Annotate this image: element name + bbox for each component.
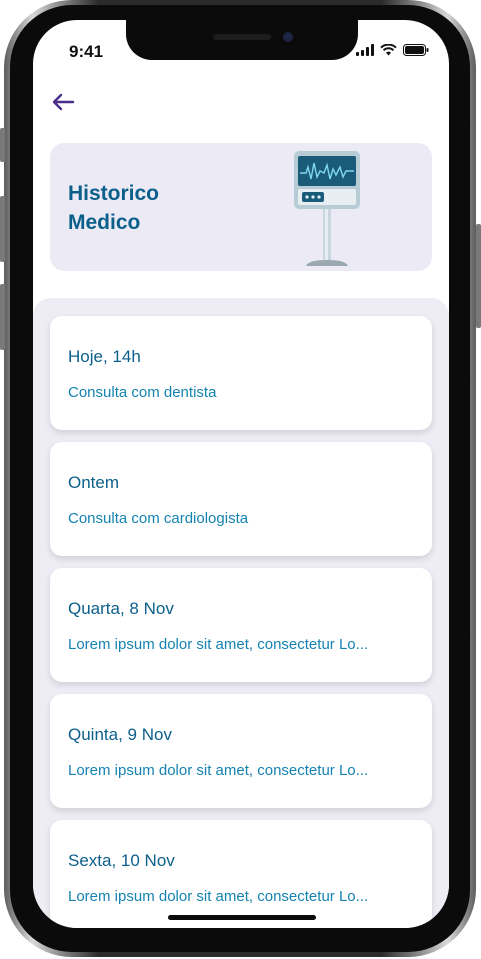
- notch: [126, 20, 358, 60]
- camera-icon: [283, 32, 293, 42]
- status-time: 9:41: [69, 42, 104, 61]
- record-description: Lorem ipsum dolor sit amet, consectetur …: [68, 636, 369, 653]
- record-card[interactable]: Sexta, 10 Nov Lorem ipsum dolor sit amet…: [50, 820, 432, 928]
- record-description: Lorem ipsum dolor sit amet, consectetur …: [68, 762, 369, 779]
- record-date: Sexta, 10 Nov: [68, 851, 175, 870]
- back-button[interactable]: [51, 92, 79, 116]
- wifi-icon: [380, 44, 397, 56]
- record-date: Ontem: [68, 473, 120, 492]
- record-card[interactable]: Hoje, 14h Consulta com dentista: [50, 316, 432, 430]
- record-description: Consulta com cardiologista: [68, 510, 249, 527]
- record-description: Consulta com dentista: [68, 384, 217, 401]
- side-button-mute: [0, 128, 5, 162]
- medical-monitor-icon: [294, 151, 360, 266]
- battery-icon: [403, 44, 429, 56]
- record-card[interactable]: Quarta, 8 Nov Lorem ipsum dolor sit amet…: [50, 568, 432, 682]
- arrow-left-icon: [52, 93, 75, 111]
- signal-icon: [356, 44, 374, 56]
- header-card: Historico Medico: [50, 143, 432, 271]
- record-date: Quarta, 8 Nov: [68, 599, 174, 618]
- speaker: [213, 34, 271, 40]
- record-card[interactable]: Quinta, 9 Nov Lorem ipsum dolor sit amet…: [50, 694, 432, 808]
- side-button-power: [476, 224, 481, 328]
- side-button-volume-down: [0, 284, 5, 350]
- side-button-volume-up: [0, 196, 5, 262]
- records-panel: Hoje, 14h Consulta com dentista Ontem Co…: [33, 298, 449, 928]
- record-date: Quinta, 9 Nov: [68, 725, 172, 744]
- status-icons: [356, 44, 429, 56]
- home-indicator[interactable]: [168, 915, 316, 920]
- page-title: Historico Medico: [68, 182, 160, 234]
- record-description: Lorem ipsum dolor sit amet, consectetur …: [68, 888, 369, 905]
- record-date: Hoje, 14h: [68, 347, 141, 366]
- record-card[interactable]: Ontem Consulta com cardiologista: [50, 442, 432, 556]
- screen: 9:41 Historico Medico Hoje, 14h Consulta…: [33, 20, 449, 928]
